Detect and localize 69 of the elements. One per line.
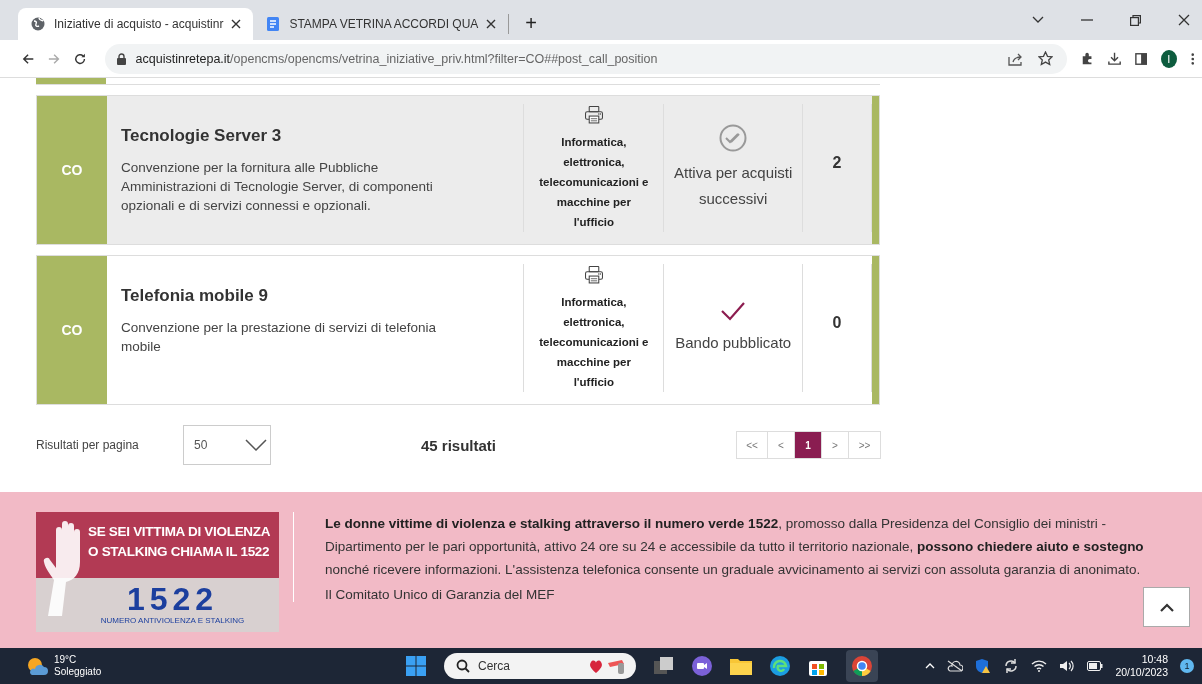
per-page-label: Risultati per pagina bbox=[36, 438, 140, 452]
new-tab-button[interactable]: + bbox=[519, 12, 544, 35]
category-label: Informatica, elettronica, telecomunicazioni e macchine per l'ufficio bbox=[538, 135, 650, 230]
cloud-off-icon[interactable] bbox=[947, 660, 964, 672]
back-arrow-icon[interactable] bbox=[22, 51, 35, 66]
close-icon[interactable] bbox=[231, 19, 242, 29]
reload-icon[interactable] bbox=[74, 51, 87, 66]
temperature-label: 19°C bbox=[54, 654, 78, 666]
banner-headline: SE SEI VITTIMA DI VIOLENZA bbox=[88, 523, 271, 541]
pagination-button[interactable]: 1 bbox=[795, 432, 822, 458]
count-value: 2 bbox=[832, 154, 842, 172]
chevron-up-icon[interactable] bbox=[925, 663, 936, 669]
initiative-title[interactable]: Tecnologie Server 3 bbox=[120, 126, 454, 146]
banner-caption: NUMERO ANTIVIOLENZA E STALKING bbox=[100, 616, 245, 625]
sync-icon[interactable] bbox=[1003, 658, 1020, 674]
speaker-icon[interactable] bbox=[1059, 660, 1076, 672]
status-label: Bando pubblicato bbox=[675, 333, 792, 353]
url-text: acquistinretepa.it/opencms/opencms/vetrina_iniziative_priv.html?filter=CO##post_call_position bbox=[135, 51, 658, 66]
check-icon bbox=[720, 300, 747, 322]
share-icon[interactable] bbox=[1007, 51, 1024, 66]
search-icon bbox=[456, 659, 470, 673]
chrome-logo-icon bbox=[851, 655, 873, 677]
globe-icon bbox=[30, 16, 46, 32]
taskbar-app-button[interactable] bbox=[846, 650, 878, 682]
close-icon[interactable] bbox=[486, 19, 497, 29]
browser-swirl-icon[interactable] bbox=[770, 656, 790, 676]
caret-up-icon bbox=[1159, 602, 1174, 612]
browser-tab[interactable]: Iniziative di acquisto - acquistinr bbox=[18, 8, 254, 40]
initiative-title[interactable]: Telefonia mobile 9 bbox=[120, 286, 454, 306]
chevron-down-icon[interactable] bbox=[1032, 16, 1044, 24]
video-chat-icon[interactable] bbox=[692, 656, 712, 676]
side-panel-icon[interactable] bbox=[1134, 51, 1147, 66]
wifi-icon[interactable] bbox=[1031, 660, 1048, 672]
battery-icon[interactable] bbox=[1087, 661, 1104, 671]
committee-signature: Il Comitato Unico di Garanzia del MEF bbox=[325, 587, 556, 602]
category-label: Informatica, elettronica, telecomunicazioni e macchine per l'ufficio bbox=[538, 295, 650, 390]
per-page-dropdown[interactable]: 50 bbox=[183, 425, 271, 465]
folder-icon[interactable] bbox=[730, 657, 752, 675]
type-label: CO bbox=[61, 322, 83, 338]
count-value: 0 bbox=[832, 314, 842, 332]
banner-number: 1522 bbox=[126, 582, 219, 616]
star-icon[interactable] bbox=[1037, 51, 1053, 66]
task-view-icon[interactable] bbox=[654, 657, 674, 675]
lock-icon bbox=[116, 52, 126, 65]
type-label: CO bbox=[61, 162, 83, 178]
clock-time[interactable]: 10:48 bbox=[1141, 653, 1168, 666]
status-label: Attiva per acquisti successivi bbox=[673, 163, 794, 209]
initiative-description: Convenzione per la prestazione di servizi di telefonia mobile bbox=[120, 319, 438, 356]
double-check-icon bbox=[719, 124, 748, 152]
chevron-down-icon bbox=[245, 439, 267, 451]
document-icon bbox=[265, 16, 282, 32]
shield-warning-icon[interactable] bbox=[975, 658, 992, 674]
clock-date[interactable]: 20/10/2023 bbox=[1115, 666, 1168, 679]
banner-headline: O STALKING CHIAMA IL 1522 bbox=[88, 543, 271, 561]
more-options-icon[interactable] bbox=[1190, 51, 1195, 66]
download-icon[interactable] bbox=[1107, 51, 1121, 66]
address-bar[interactable]: acquistinretepa.it/opencms/opencms/vetrina_iniziative_priv.html?filter=CO##post_call_position bbox=[104, 43, 1067, 74]
weather-label: Soleggiato bbox=[54, 666, 102, 678]
taskbar-search[interactable]: Cerca bbox=[444, 653, 636, 679]
restore-icon[interactable] bbox=[1130, 14, 1141, 26]
notification-badge[interactable]: 1 bbox=[1180, 659, 1194, 673]
initiative-description: Convenzione per la fornitura alle Pubbliche Amministrazioni di Tecnologie Server, di componenti opzionali e di servizi connessi e opzionali. bbox=[120, 159, 434, 215]
helpline-paragraph: Le donne vittime di violenza e stalking attraverso il numero verde 1522, promosso dalla Presidenza del Consiglio dei ministri - Dipartimento per le pari opportunità, attivo 24 ore su 24 e accessibile da tutto il territorio nazionale, possono chiedere aiuto e sostegno nonché ricevere informazioni. L'assistenza telefonica consente un graduale avvicinamento ai servizi con assoluta garanzia di anonimato. bbox=[325, 515, 1145, 579]
sun-cloud-icon[interactable] bbox=[26, 656, 48, 676]
puzzle-piece-icon[interactable] bbox=[1080, 51, 1094, 66]
browser-tab[interactable]: STAMPA VETRINA ACCORDI QUA bbox=[253, 14, 510, 34]
results-count: 45 risultati bbox=[421, 436, 497, 454]
profile-avatar[interactable]: I bbox=[1160, 49, 1177, 68]
close-icon[interactable] bbox=[1178, 14, 1190, 26]
